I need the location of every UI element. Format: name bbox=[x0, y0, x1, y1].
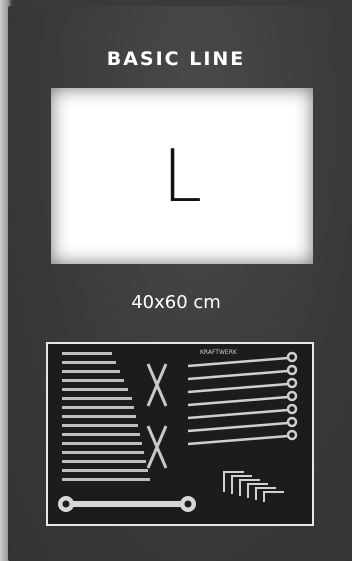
tray-logo: KRAFTWERK bbox=[200, 349, 238, 356]
size-letter: L bbox=[161, 134, 203, 218]
size-indicator-box: L bbox=[51, 88, 313, 264]
wrench-tray-image: KRAFTWERK bbox=[46, 342, 314, 526]
wrench-tray-illustration: KRAFTWERK bbox=[48, 344, 312, 524]
line-title: BASIC LINE bbox=[106, 48, 246, 70]
dimensions-label: 40x60 cm bbox=[131, 292, 221, 313]
